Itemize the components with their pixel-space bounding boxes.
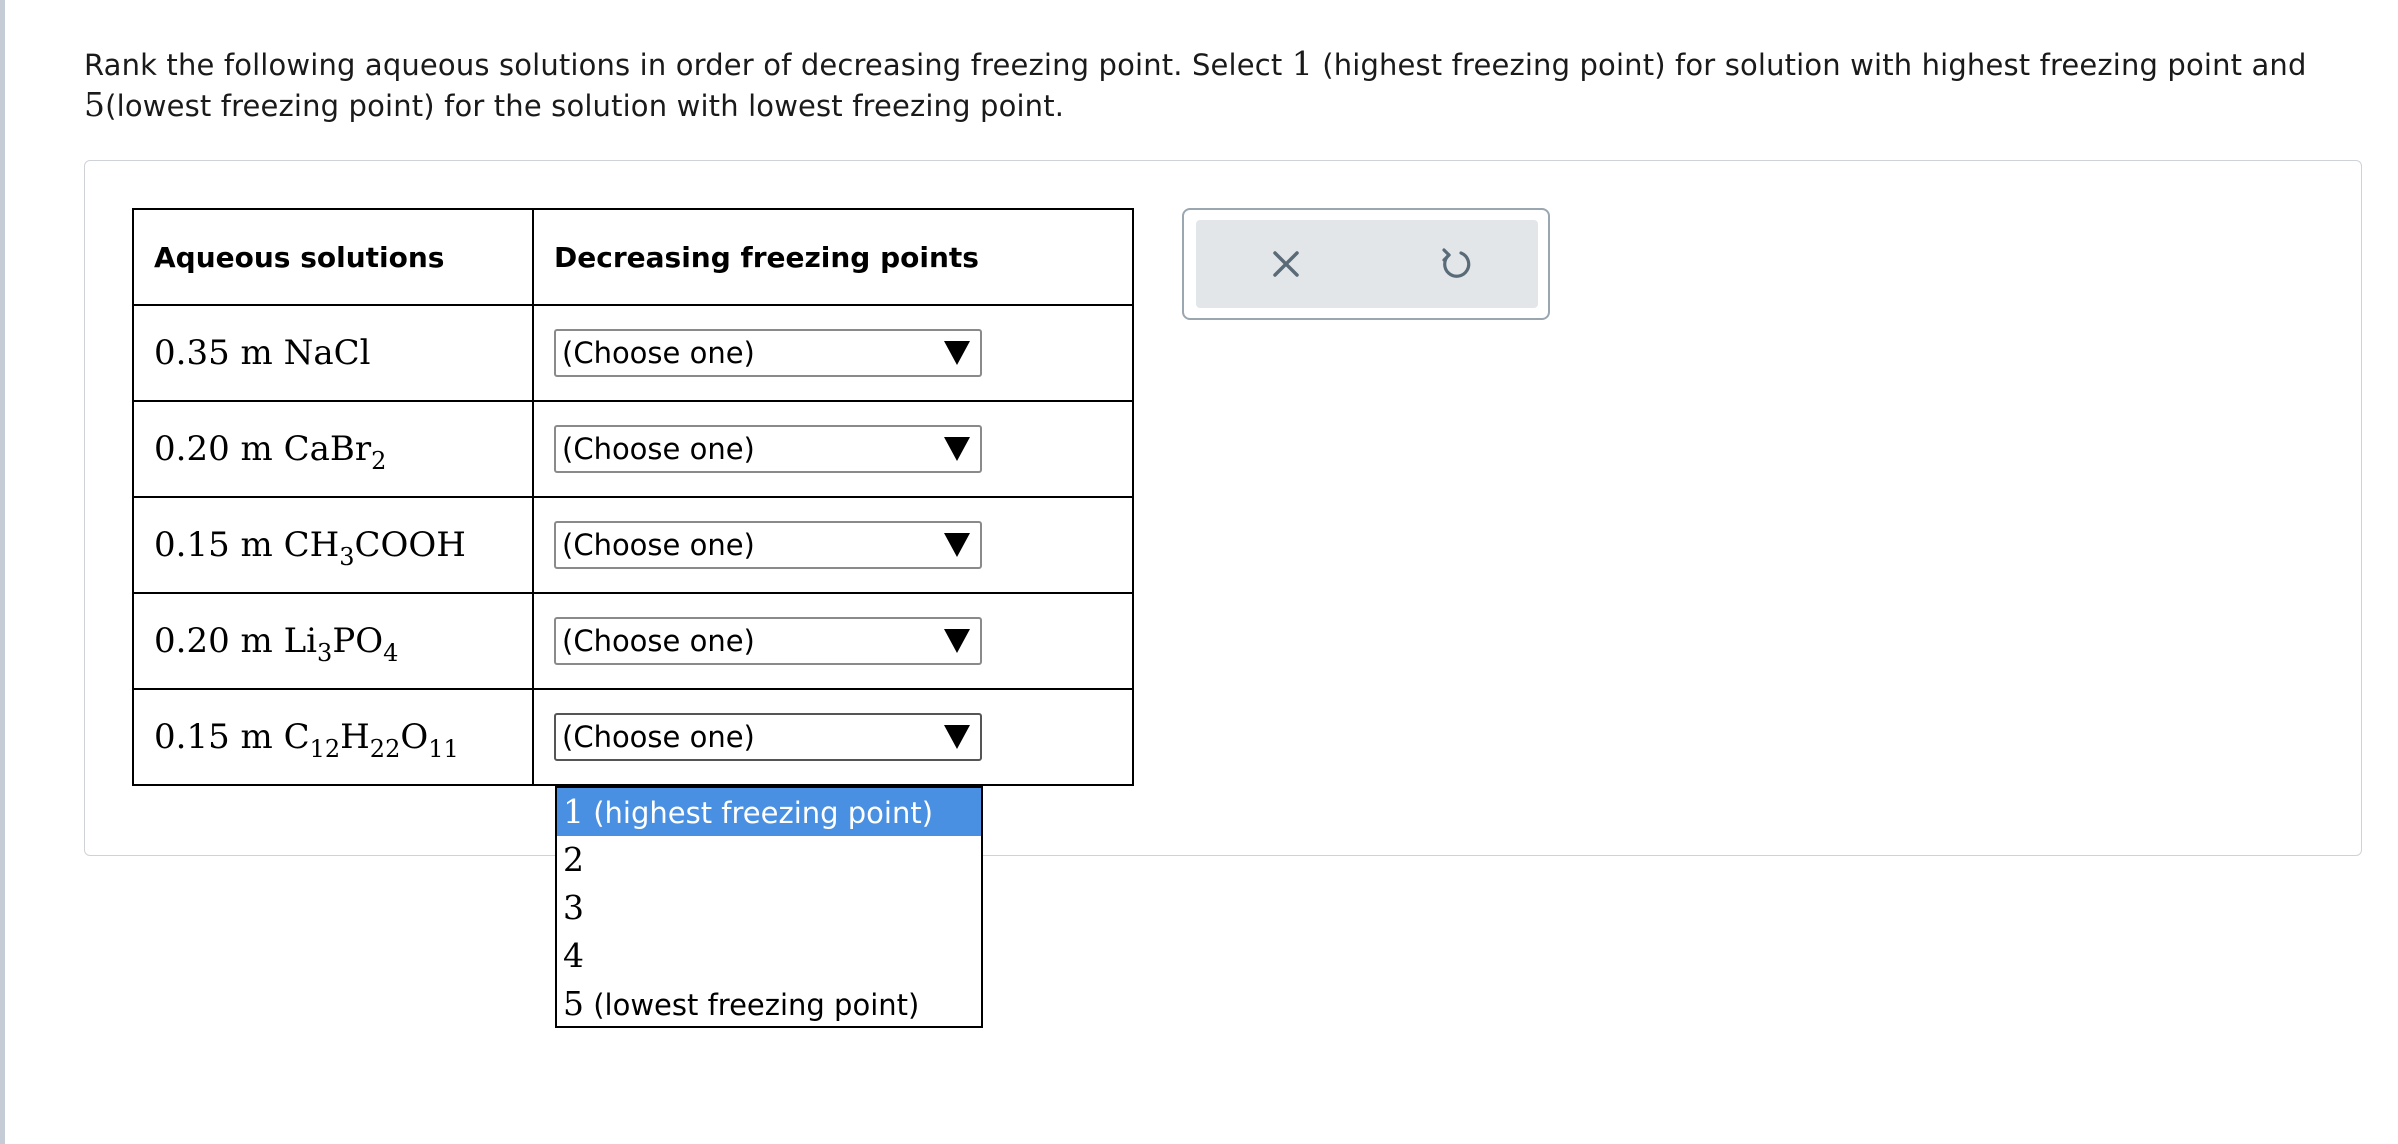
formula: CH [283,525,340,565]
rank-select-open[interactable]: (Choose one) [554,713,982,761]
rank-dropdown-list: 1 (highest freezing point) 2 3 4 5 (lowe… [555,786,983,1028]
rank-select[interactable]: (Choose one) [554,617,982,665]
rank-select[interactable]: (Choose one) [554,329,982,377]
prompt-text-1: Rank the following aqueous solutions in … [84,48,1292,82]
dropdown-option-5[interactable]: 5 (lowest freezing point) [557,980,981,1028]
tool-panel [1182,208,1550,320]
dropdown-arrow-icon [944,341,970,365]
rank-cell: (Choose one) [532,688,1134,786]
undo-button[interactable] [1434,242,1478,286]
rank-cell: (Choose one) [532,496,1134,594]
concentration: 0.35 m [154,333,273,373]
formula-subscript: 4 [383,639,399,667]
ranking-table: Aqueous solutions Decreasing freezing po… [132,208,1134,786]
formula-subscript: 12 [309,735,341,763]
left-edge-strip [0,0,5,1144]
select-value: (Choose one) [562,624,755,658]
formula: NaCl [283,333,371,373]
table-row: 0.15 m C12H22O11 (Choose one) [132,688,1134,786]
formula: O [400,717,429,757]
option-number: 3 [563,888,584,927]
dropdown-option-2[interactable]: 2 [557,836,981,884]
close-icon [1273,251,1299,277]
dropdown-option-4[interactable]: 4 [557,932,981,980]
formula: H [340,717,370,757]
dropdown-arrow-icon [944,437,970,461]
header-decreasing-freezing-points: Decreasing freezing points [532,208,1134,306]
question-prompt: Rank the following aqueous solutions in … [84,44,2364,126]
tool-panel-inner [1196,220,1538,308]
option-number: 4 [563,936,584,975]
concentration: 0.15 m [154,717,273,757]
concentration: 0.20 m [154,621,273,661]
rank-select[interactable]: (Choose one) [554,521,982,569]
concentration: 0.20 m [154,429,273,469]
dropdown-option-1[interactable]: 1 (highest freezing point) [557,788,981,836]
dropdown-arrow-icon [944,629,970,653]
formula: Li [283,621,318,661]
solution-cell: 0.15 m CH3COOH [132,496,534,594]
concentration: 0.15 m [154,525,273,565]
option-label: (lowest freezing point) [584,988,920,1022]
formula: COOH [354,525,466,565]
option-number: 5 [563,984,584,1023]
option-number: 1 [563,792,584,831]
close-button[interactable] [1264,242,1308,286]
formula-subscript: 2 [371,447,387,475]
dropdown-option-3[interactable]: 3 [557,884,981,932]
solution-cell: 0.15 m C12H22O11 [132,688,534,786]
solution-cell: 0.35 m NaCl [132,304,534,402]
formula-subscript: 22 [369,735,401,763]
undo-icon [1442,248,1471,278]
rank-cell: (Choose one) [532,400,1134,498]
table-row: 0.20 m Li3PO4 (Choose one) [132,592,1134,690]
prompt-text-2: (highest freezing point) for solution wi… [1312,48,2307,82]
formula: C [283,717,310,757]
table-row: 0.15 m CH3COOH (Choose one) [132,496,1134,594]
table-row: 0.20 m CaBr2 (Choose one) [132,400,1134,498]
rank-select[interactable]: (Choose one) [554,425,982,473]
prompt-number-1: 1 [1291,44,1313,83]
prompt-number-5: 5 [84,85,106,124]
formula: CaBr [283,429,372,469]
header-aqueous-solutions: Aqueous solutions [132,208,534,306]
select-value: (Choose one) [562,432,755,466]
dropdown-arrow-icon [944,533,970,557]
formula-subscript: 3 [339,543,355,571]
dropdown-arrow-icon [944,725,970,749]
table-header-row: Aqueous solutions Decreasing freezing po… [132,208,1134,306]
option-label: (highest freezing point) [584,796,934,830]
prompt-text-3: (lowest freezing point) for the solution… [105,89,1065,123]
formula-subscript: 3 [317,639,333,667]
rank-cell: (Choose one) [532,592,1134,690]
select-value: (Choose one) [562,336,755,370]
formula: PO [332,621,384,661]
select-value: (Choose one) [562,720,755,754]
option-number: 2 [563,840,584,879]
formula-subscript: 11 [428,735,459,763]
rank-cell: (Choose one) [532,304,1134,402]
select-value: (Choose one) [562,528,755,562]
table-row: 0.35 m NaCl (Choose one) [132,304,1134,402]
solution-cell: 0.20 m CaBr2 [132,400,534,498]
solution-cell: 0.20 m Li3PO4 [132,592,534,690]
